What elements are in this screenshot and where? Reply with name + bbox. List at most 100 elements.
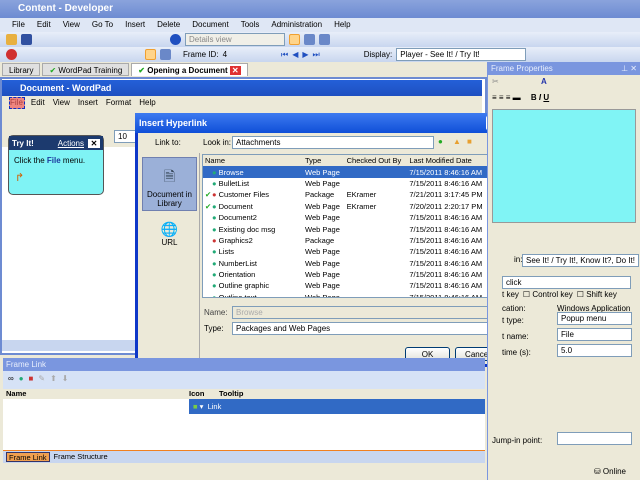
- time-select[interactable]: 5.0: [557, 344, 632, 357]
- file-checked-out-by: [345, 269, 408, 280]
- action-arrow-icon: ↱: [15, 172, 25, 184]
- menu-insert[interactable]: Insert: [125, 20, 145, 32]
- wordpad-menu-help[interactable]: Help: [139, 98, 155, 110]
- object-type-select[interactable]: Popup menu: [557, 312, 632, 325]
- file-row[interactable]: ● Lists Web Page 7/15/2011 8:46:16 AM: [203, 246, 490, 257]
- close-tab-icon[interactable]: ✕: [229, 66, 241, 75]
- callout-text-editor[interactable]: [492, 109, 636, 223]
- menu-tools[interactable]: Tools: [241, 20, 260, 32]
- menu-administration[interactable]: Administration: [271, 20, 322, 32]
- show-in-select[interactable]: See It! / Try It!, Know It?, Do It!: [522, 254, 639, 267]
- split-view-icon[interactable]: [319, 34, 330, 45]
- tab-opening-a-document[interactable]: ✔ Opening a Document ✕: [131, 63, 248, 76]
- look-in-select[interactable]: Attachments: [232, 136, 434, 149]
- file-row[interactable]: ● Outline graphic Web Page 7/15/2011 8:46:…: [203, 280, 490, 291]
- file-name-cell: ● Lists: [203, 246, 303, 257]
- close-icon[interactable]: ✕: [88, 138, 100, 148]
- file-row[interactable]: ● Graphics2 Package 7/15/2011 8:46:16 AM: [203, 235, 490, 246]
- file-row[interactable]: ✔● Document Web Page EKramer 7/20/2011 2:20…: [203, 201, 490, 212]
- wordpad-menu-format[interactable]: Format: [106, 98, 131, 110]
- tab-frame-structure[interactable]: Frame Structure: [52, 452, 110, 462]
- last-frame-icon[interactable]: ⏭: [313, 50, 320, 60]
- shift-key-checkbox[interactable]: ☐ Shift key: [577, 290, 617, 299]
- bold-icon[interactable]: B: [531, 93, 537, 102]
- file-date: 7/15/2011 8:46:16 AM: [409, 292, 483, 298]
- underline-icon[interactable]: U: [543, 93, 549, 102]
- tab-wordpad-training[interactable]: ✔ WordPad Training: [42, 63, 130, 76]
- file-row[interactable]: ● Document2 Web Page 7/15/2011 8:46:16 AM: [203, 212, 490, 223]
- control-key-checkbox[interactable]: ☐ Control key: [523, 290, 573, 299]
- tab-library[interactable]: Library: [2, 63, 41, 76]
- package-link-icon[interactable]: ■: [29, 374, 34, 386]
- font-size-field[interactable]: 10: [114, 130, 136, 143]
- link-option-url[interactable]: 🌐 URL: [140, 215, 199, 247]
- action-select[interactable]: click: [502, 276, 631, 289]
- wordpad-menu-insert[interactable]: Insert: [78, 98, 98, 110]
- type-select[interactable]: Packages and Web Pages: [232, 322, 500, 335]
- jump-in-field[interactable]: [557, 432, 632, 445]
- link-name[interactable]: [3, 399, 189, 414]
- link-option-document[interactable]: 🗎 Document in Library: [142, 157, 197, 211]
- alt-key-checkbox[interactable]: t key: [502, 290, 519, 299]
- first-frame-icon[interactable]: ⏮: [281, 50, 288, 60]
- wordpad-menu-edit[interactable]: Edit: [31, 98, 45, 110]
- file-row[interactable]: ● Browse Web Page 7/15/2011 8:46:16 AM: [203, 166, 490, 178]
- column-name[interactable]: Name: [203, 155, 303, 166]
- menu-document[interactable]: Document: [192, 20, 228, 32]
- file-name-cell: ✔● Document: [203, 201, 303, 212]
- file-menu-highlight[interactable]: [9, 97, 25, 109]
- display-select[interactable]: Player - See It! / Try It!: [396, 48, 527, 61]
- file-row[interactable]: ✔● Customer Files Package EKramer 7/21/2011…: [203, 189, 490, 200]
- link-tooltip[interactable]: Link: [208, 402, 222, 411]
- column-last-modified[interactable]: Last Modified Date: [407, 155, 490, 166]
- frame-view-icon[interactable]: [145, 49, 156, 60]
- actions-link[interactable]: Actions: [58, 139, 84, 148]
- move-up-icon[interactable]: ⬆: [50, 374, 57, 386]
- tab-frame-link[interactable]: Frame Link: [6, 452, 50, 462]
- prev-frame-icon[interactable]: ◀: [292, 50, 298, 59]
- column-checked-out-by[interactable]: Checked Out By: [345, 155, 408, 166]
- help-icon[interactable]: [170, 34, 181, 45]
- file-row[interactable]: ● BulletList Web Page 7/15/2011 8:46:16 AM: [203, 178, 490, 189]
- back-icon[interactable]: ●: [438, 137, 443, 146]
- next-frame-icon[interactable]: ▶: [302, 50, 308, 59]
- details-view-icon[interactable]: [289, 34, 300, 45]
- record-icon[interactable]: [6, 49, 17, 60]
- open-icon[interactable]: [6, 34, 17, 45]
- file-type: Web Page: [305, 178, 340, 188]
- menu-go-to[interactable]: Go To: [92, 20, 113, 32]
- wordpad-menu-view[interactable]: View: [53, 98, 70, 110]
- new-folder-icon[interactable]: ■: [467, 137, 472, 146]
- list-view-icon[interactable]: [304, 34, 315, 45]
- file-checked-out-by: [345, 212, 408, 223]
- align-icons[interactable]: ≡ ≡ ≡ ▬: [492, 93, 521, 102]
- file-type: Web Page: [305, 224, 340, 234]
- frame-properties-header: Frame Properties ⊥ ✕: [488, 62, 640, 75]
- cut-icon[interactable]: ✂: [492, 77, 499, 86]
- save-icon[interactable]: [21, 34, 32, 45]
- menu-delete[interactable]: Delete: [157, 20, 180, 32]
- frame-link-row[interactable]: ■ ▾ Link: [3, 399, 485, 414]
- file-row[interactable]: ● Orientation Web Page 7/15/2011 8:46:16 A…: [203, 269, 490, 280]
- menu-file[interactable]: File: [12, 20, 25, 32]
- link-icon[interactable]: ∞: [8, 374, 14, 386]
- web-page-icon: ●: [212, 292, 217, 298]
- file-row[interactable]: ● NumberList Web Page 7/15/2011 8:46:16 AM: [203, 258, 490, 269]
- file-row[interactable]: ● Outline text Web Page 7/15/2011 8:46:16 …: [203, 292, 490, 298]
- wordpad-title: Document - WordPad: [20, 83, 112, 93]
- frame-icon[interactable]: [160, 49, 171, 60]
- edit-icon[interactable]: ✎: [38, 374, 45, 386]
- move-down-icon[interactable]: ⬇: [62, 374, 69, 386]
- menu-help[interactable]: Help: [334, 20, 350, 32]
- file-row[interactable]: ● Existing doc msg Web Page 7/15/2011 8:46…: [203, 223, 490, 234]
- web-link-icon[interactable]: ●: [19, 374, 24, 386]
- up-folder-icon[interactable]: ▲: [453, 137, 461, 146]
- italic-icon[interactable]: I: [539, 93, 541, 102]
- pin-close-icon[interactable]: ⊥ ✕: [621, 64, 637, 73]
- menu-edit[interactable]: Edit: [37, 20, 51, 32]
- view-select[interactable]: Details view: [185, 33, 285, 46]
- font-icon[interactable]: A: [541, 77, 547, 86]
- column-type[interactable]: Type: [303, 155, 345, 166]
- object-name-field[interactable]: File: [557, 328, 632, 341]
- menu-view[interactable]: View: [63, 20, 80, 32]
